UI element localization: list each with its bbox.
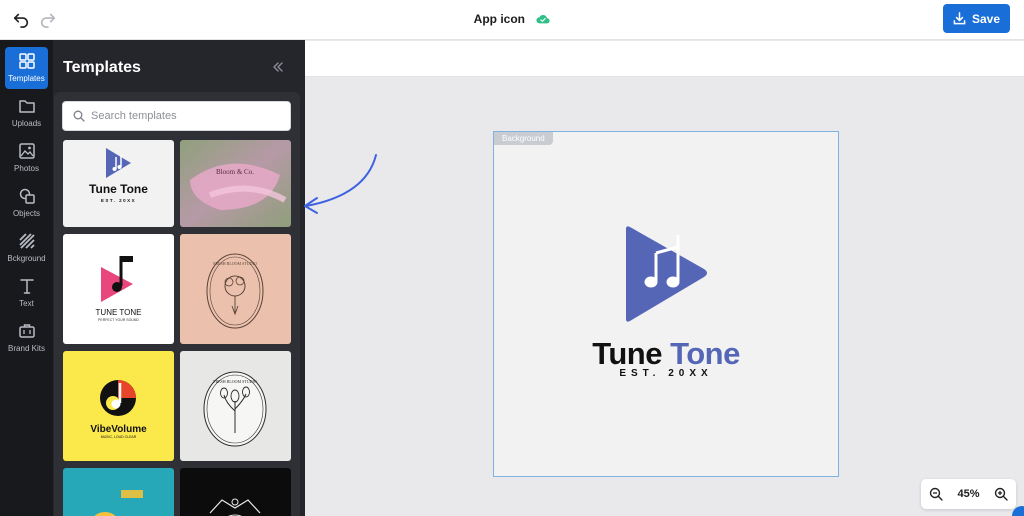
template-thumbnail: FRESH BLOOM STUDIO [206,253,264,329]
shapes-icon [19,188,35,204]
template-thumbnail [209,498,261,516]
zoom-in-icon[interactable] [994,487,1008,501]
template-subtitle: EST. 20XX [101,198,136,203]
save-button-label: Save [971,11,1001,26]
image-icon [18,143,35,159]
document-title[interactable]: App icon [0,12,1024,26]
canvas-toolbar [305,41,1024,77]
template-tile-black[interactable] [180,468,291,516]
stripes-icon [18,233,35,249]
rail-item-uploads[interactable]: Uploads [5,92,48,134]
template-thumbnail: TUNE TONE PERFECT YOUR SOUND [96,256,142,322]
rail-item-templates[interactable]: Templates [5,47,48,89]
template-title: Bloom & Co. [216,168,254,176]
logo-word-tone: Tone [670,336,740,371]
template-tile-vibevolume[interactable]: VibeVolume MUSIC, LOUD CLEAR [63,351,174,461]
zoom-control: 45% [921,479,1016,509]
rail-label: Brand Kits [8,344,45,353]
template-thumbnail: Bloom & Co. [180,140,291,227]
template-tile-fresh-bloom-grey[interactable]: FRESH BLOOM STUDIO [180,351,291,461]
template-tile-tune-tone[interactable]: Tune Tone EST. 20XX [63,140,174,227]
folder-icon [18,100,35,113]
template-tile-tune-tone-pink[interactable]: TUNE TONE PERFECT YOUR SOUND [63,234,174,344]
search-box [62,101,291,131]
document-title-text: App icon [473,12,525,26]
rail-item-photos[interactable]: Photos [5,137,48,179]
template-tile-bloom-co[interactable]: Bloom & Co. [180,140,291,227]
annotation-arrow-icon [304,154,377,214]
rail-label: Text [19,299,34,308]
zoom-level: 45% [957,488,980,500]
play-music-logo-icon[interactable] [620,225,712,325]
text-icon [19,279,34,294]
rail-label: Photos [14,164,39,173]
template-thumbnail: Tune Tone EST. 20XX [89,148,148,203]
logo-word-tune: Tune [592,336,662,371]
template-title: FRESH BLOOM STUDIO [213,261,257,266]
templates-panel: Templates Tune Tone EST. 20XX Bloom & Co… [53,40,305,516]
background-layer-tag[interactable]: Background [494,132,553,145]
left-rail: Templates Uploads Photos Objects Bckgrou… [0,40,53,516]
rail-label: Objects [12,209,41,218]
template-thumbnail: FRESH BLOOM STUDIO [203,371,267,447]
search-icon [73,110,85,122]
template-thumbnail [94,490,143,516]
rail-label: Templates [8,74,45,83]
rail-item-brand-kits[interactable]: Brand Kits [5,317,48,359]
template-subtitle: MUSIC, LOUD CLEAR [101,435,137,439]
template-title: VibeVolume [90,424,147,435]
zoom-out-icon[interactable] [929,487,943,501]
download-icon [953,12,966,25]
logo-established[interactable]: EST. 20XX [493,368,839,379]
save-button[interactable]: Save [943,4,1010,33]
template-tile-teal[interactable] [63,468,174,516]
briefcase-icon [18,324,35,338]
rail-label: Uploads [11,119,42,128]
template-title: Tune Tone [89,182,148,196]
search-input[interactable] [91,102,286,130]
rail-item-background[interactable]: Bckground [5,227,48,269]
template-subtitle: PERFECT YOUR SOUND [98,318,139,322]
rail-item-objects[interactable]: Objects [5,182,48,224]
grid-icon [18,53,35,69]
template-thumbnail: VibeVolume MUSIC, LOUD CLEAR [90,380,147,439]
cloud-saved-icon [536,14,550,24]
top-bar: App icon Save [0,0,1024,40]
template-title: FRESH BLOOM STUDIO [213,379,257,384]
template-tile-fresh-bloom-peach[interactable]: FRESH BLOOM STUDIO [180,234,291,344]
template-title: TUNE TONE [96,308,142,317]
rail-item-text[interactable]: Text [5,272,48,314]
rail-label: Bckground [7,254,46,263]
logo-wordmark[interactable]: Tune Tone [493,336,839,372]
